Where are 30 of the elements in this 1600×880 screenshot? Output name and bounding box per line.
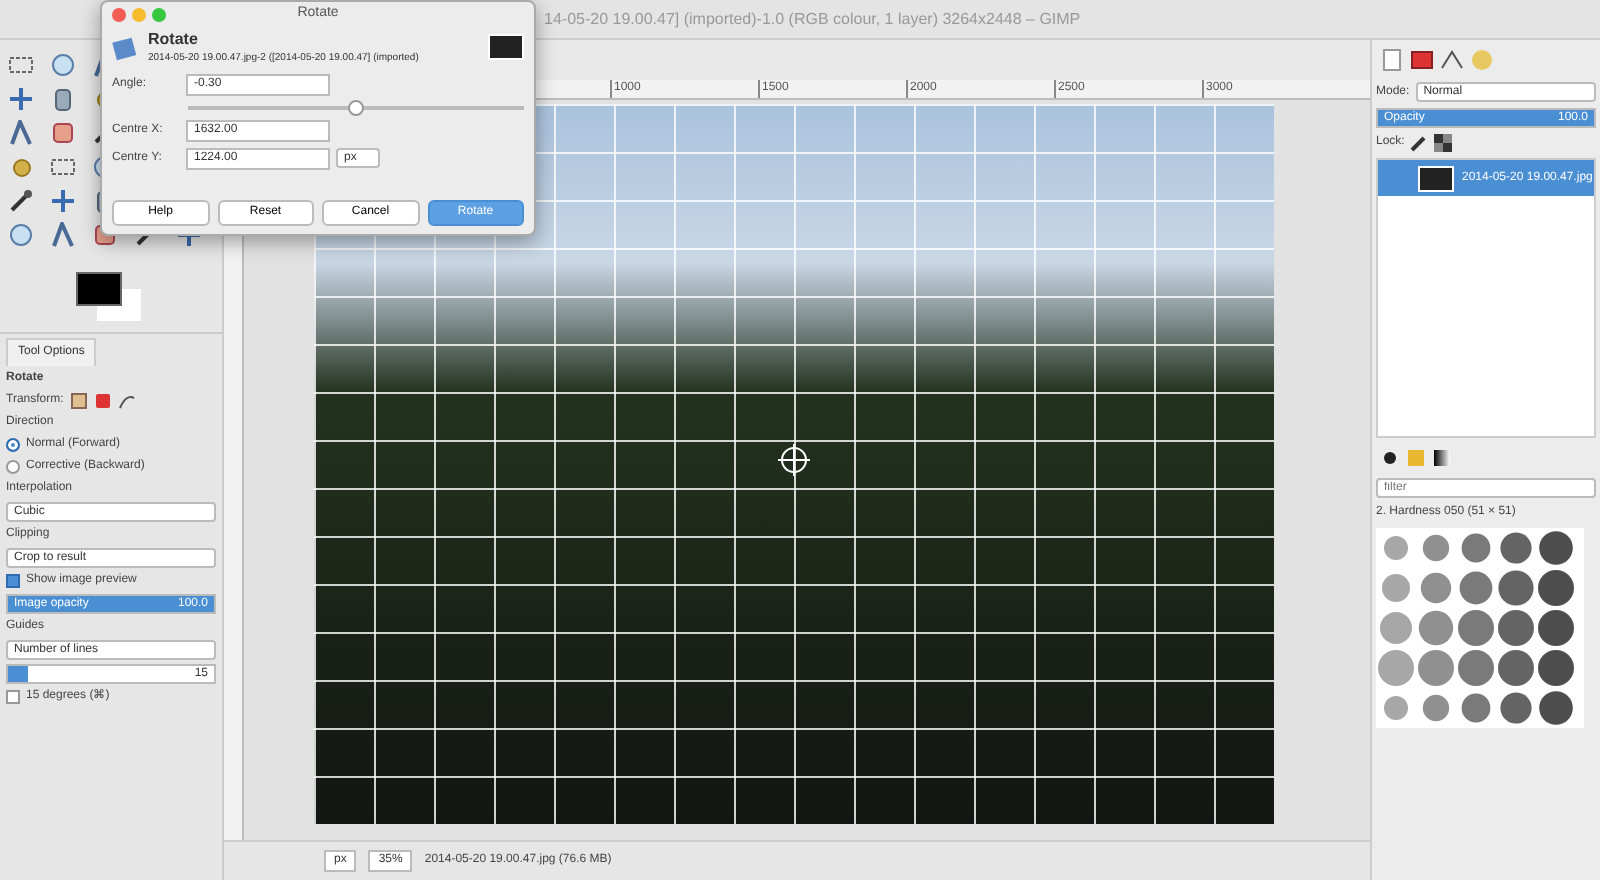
rectangle-select-icon[interactable] (8, 52, 34, 78)
letter-shape-icon[interactable] (8, 120, 34, 146)
window-title: 14-05-20 19.00.47] (imported)-1.0 (RGB colour, 1 layer) 3264x2448 – GIMP (544, 7, 1081, 31)
crosshair-icon[interactable] (778, 444, 810, 476)
ellipse-icon[interactable] (50, 52, 76, 78)
brush-icon[interactable] (1410, 134, 1429, 152)
close-button[interactable] (112, 7, 126, 21)
checkbox[interactable] (6, 574, 20, 588)
rectangle-select-icon[interactable] (50, 154, 76, 180)
layers-icon[interactable] (1410, 48, 1434, 72)
path-icon[interactable] (117, 392, 136, 410)
selection-icon[interactable] (93, 392, 112, 410)
blob-icon[interactable] (8, 154, 34, 180)
eraser-icon[interactable] (50, 120, 76, 146)
brush-dot-icon[interactable] (1380, 448, 1400, 468)
dialog-heading: Rotate (148, 28, 200, 52)
paths-icon[interactable] (1440, 48, 1464, 72)
letter-shape-icon[interactable] (50, 222, 76, 248)
checkbox[interactable] (6, 690, 20, 704)
layer-icon[interactable] (69, 392, 88, 410)
radio-button[interactable] (6, 460, 20, 474)
brush-grid-drawing[interactable] (1376, 528, 1584, 728)
layer-thumbnail (1418, 165, 1454, 191)
radio-button[interactable] (6, 438, 20, 452)
slider-thumb[interactable] (348, 99, 364, 115)
ellipse-icon[interactable] (8, 222, 34, 248)
image-thumbnail (488, 34, 524, 61)
checker-icon[interactable] (1434, 134, 1453, 152)
pen-icon[interactable] (8, 188, 34, 214)
gradient-icon[interactable] (1432, 448, 1452, 468)
